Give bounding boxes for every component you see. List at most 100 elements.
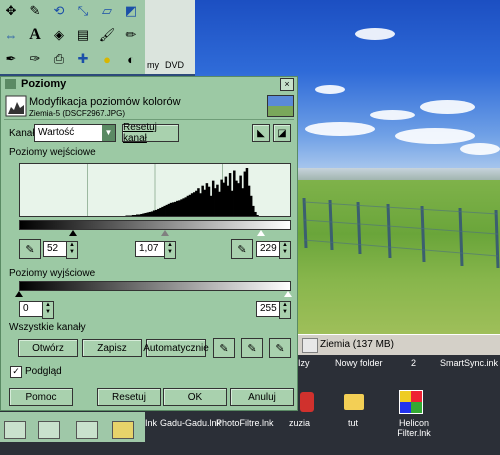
input-low-value: 52 — [47, 243, 59, 254]
toolbox: ✥ ✎ ⟲ ⤡ ▱ ◩ ⇔ A ◈ ▤ 🖌 ✏ ✒ ✑ ⎙ ✚ ● ◐ — [0, 0, 145, 74]
perspective-tool-icon[interactable]: ◩ — [122, 2, 140, 20]
desktop-label[interactable]: PhotoFiltre.lnk — [216, 418, 274, 428]
output-low-value: 0 — [23, 303, 29, 314]
linear-histogram-icon[interactable]: ◣ — [252, 124, 270, 142]
ink-tool-icon[interactable]: ✑ — [26, 50, 44, 68]
black-eyedropper-icon[interactable]: ✎ — [213, 338, 235, 358]
ok-button[interactable]: OK — [163, 388, 227, 406]
all-channels-label: Wszystkie kanały — [9, 322, 86, 333]
spinner-arrows-icon[interactable]: ▲ ▼ — [279, 241, 291, 259]
paintbrush-icon[interactable]: 🖌 — [98, 26, 116, 44]
save-button[interactable]: Zapisz — [82, 339, 142, 357]
reset-channel-button[interactable]: Resetuj kanał — [122, 122, 179, 144]
white-point-picker-icon[interactable]: ✎ — [231, 239, 253, 259]
rotate-tool-icon[interactable]: ⟲ — [50, 2, 68, 20]
auto-button[interactable]: Automatycznie — [143, 339, 209, 357]
histogram-graph — [87, 164, 259, 216]
channel-value: Wartość — [38, 127, 75, 138]
bucket-fill-icon[interactable]: ◈ — [50, 26, 68, 44]
chevron-down-icon: ▼ — [102, 125, 115, 141]
pencil-tool-icon[interactable]: ✎ — [26, 2, 44, 20]
shear-tool-icon[interactable]: ▱ — [98, 2, 116, 20]
input-low-handle[interactable] — [69, 230, 77, 236]
preview-label: Podgląd — [25, 366, 62, 377]
channel-select[interactable]: Wartość ▼ — [34, 124, 116, 142]
output-high-handle[interactable] — [284, 291, 292, 297]
help-button[interactable]: Pomoc — [9, 388, 73, 406]
desktop-label[interactable]: SmartSync.ink — [440, 358, 498, 368]
spinner-arrows-icon[interactable]: ▲ ▼ — [164, 241, 176, 259]
desktop-label[interactable]: Nowy folder — [335, 358, 383, 368]
desktop-label[interactable]: tut — [348, 418, 358, 428]
dialog-titlebar[interactable]: Poziomy × — [1, 77, 297, 92]
spinner-arrows-icon[interactable]: ▲ ▼ — [42, 301, 54, 319]
spinner-arrows-icon[interactable]: ▲ ▼ — [279, 301, 291, 319]
images-icon[interactable] — [112, 421, 134, 439]
blend-tool-icon[interactable]: ▤ — [74, 26, 92, 44]
tool-options-icon[interactable] — [4, 421, 26, 439]
input-gamma-handle[interactable] — [161, 230, 169, 236]
input-gamma-spinner[interactable]: 1,07 ▲ ▼ — [135, 241, 176, 259]
image-status-text: Ziemia (137 MB) — [320, 339, 394, 350]
output-low-spinner[interactable]: 0 ▲ ▼ — [19, 301, 54, 319]
person-icon[interactable] — [300, 392, 314, 412]
separator — [4, 119, 294, 120]
smudge-tool-icon[interactable]: ● — [98, 50, 116, 68]
open-button[interactable]: Otwórz — [18, 339, 78, 357]
black-point-picker-icon[interactable]: ✎ — [19, 239, 41, 259]
clone-tool-icon[interactable]: ⎙ — [50, 50, 68, 68]
folder-icon[interactable] — [344, 394, 364, 410]
output-high-value: 255 — [260, 303, 277, 314]
undo-history-icon[interactable] — [76, 421, 98, 439]
histogram-bar — [256, 214, 259, 216]
dialog-header-subtitle: Ziemia-5 (DSCF2967.JPG) — [29, 109, 126, 118]
output-levels-label: Poziomy wyjściowe — [9, 268, 96, 279]
preview-checkbox[interactable]: ✓ — [10, 366, 22, 378]
reset-button[interactable]: Resetuj — [97, 388, 161, 406]
input-high-value: 229 — [260, 243, 277, 254]
cancel-button[interactable]: Anuluj — [230, 388, 294, 406]
dialog-header-title: Modyfikacja poziomów kolorów — [29, 96, 181, 108]
levels-dialog: Poziomy × Modyfikacja poziomów kolorów Z… — [0, 76, 298, 411]
output-gradient — [19, 281, 291, 291]
levels-header-icon — [5, 95, 27, 117]
text-tool-icon[interactable]: A — [26, 26, 44, 44]
dialog-title: Poziomy — [21, 78, 67, 90]
levels-icon — [5, 79, 16, 89]
input-high-spinner[interactable]: 229 ▲ ▼ — [256, 241, 291, 259]
image-preview-thumbnail — [267, 95, 294, 117]
toolbox-bottom-strip — [0, 412, 145, 442]
thumb-label: DVD — [165, 60, 185, 70]
helicon-filter-icon[interactable] — [399, 390, 423, 414]
input-gamma-value: 1,07 — [139, 243, 159, 254]
device-status-icon[interactable] — [38, 421, 60, 439]
input-low-spinner[interactable]: 52 ▲ ▼ — [43, 241, 78, 259]
photo-fence — [302, 197, 500, 269]
image-thumbnail-strip: my DVD — [145, 0, 195, 74]
white-eyedropper-icon[interactable]: ✎ — [269, 338, 291, 358]
thumb-label: my — [147, 60, 159, 70]
flip-tool-icon[interactable]: ⇔ — [2, 26, 20, 44]
dodge-burn-icon[interactable]: ◐ — [122, 50, 140, 68]
scale-tool-icon[interactable]: ⤡ — [74, 2, 92, 20]
desktop-label[interactable]: Helicon Filter.lnk — [384, 418, 444, 438]
desktop-label[interactable]: zuzia — [289, 418, 310, 428]
move-tool-icon[interactable]: ✥ — [2, 2, 20, 20]
input-high-handle[interactable] — [257, 230, 265, 236]
image-window-statusbar: Ziemia (137 MB) — [298, 334, 500, 355]
desktop-label[interactable]: Ink — [145, 418, 157, 428]
airbrush-icon[interactable]: ✒ — [2, 50, 20, 68]
close-icon[interactable]: × — [280, 78, 294, 91]
log-histogram-icon[interactable]: ◪ — [273, 124, 291, 142]
spinner-arrows-icon[interactable]: ▲ ▼ — [66, 241, 78, 259]
statusbar-segment[interactable] — [302, 338, 318, 353]
desktop-label[interactable]: Gadu-Gadu.lnk — [160, 418, 221, 428]
desktop-label[interactable]: Izy — [298, 358, 310, 368]
histogram — [19, 163, 291, 217]
gray-eyedropper-icon[interactable]: ✎ — [241, 338, 263, 358]
desktop-label[interactable]: 2 — [411, 358, 416, 368]
brush-tool-icon[interactable]: ✏ — [122, 26, 140, 44]
output-low-handle[interactable] — [15, 291, 23, 297]
output-high-spinner[interactable]: 255 ▲ ▼ — [256, 301, 291, 319]
heal-tool-icon[interactable]: ✚ — [74, 50, 92, 68]
